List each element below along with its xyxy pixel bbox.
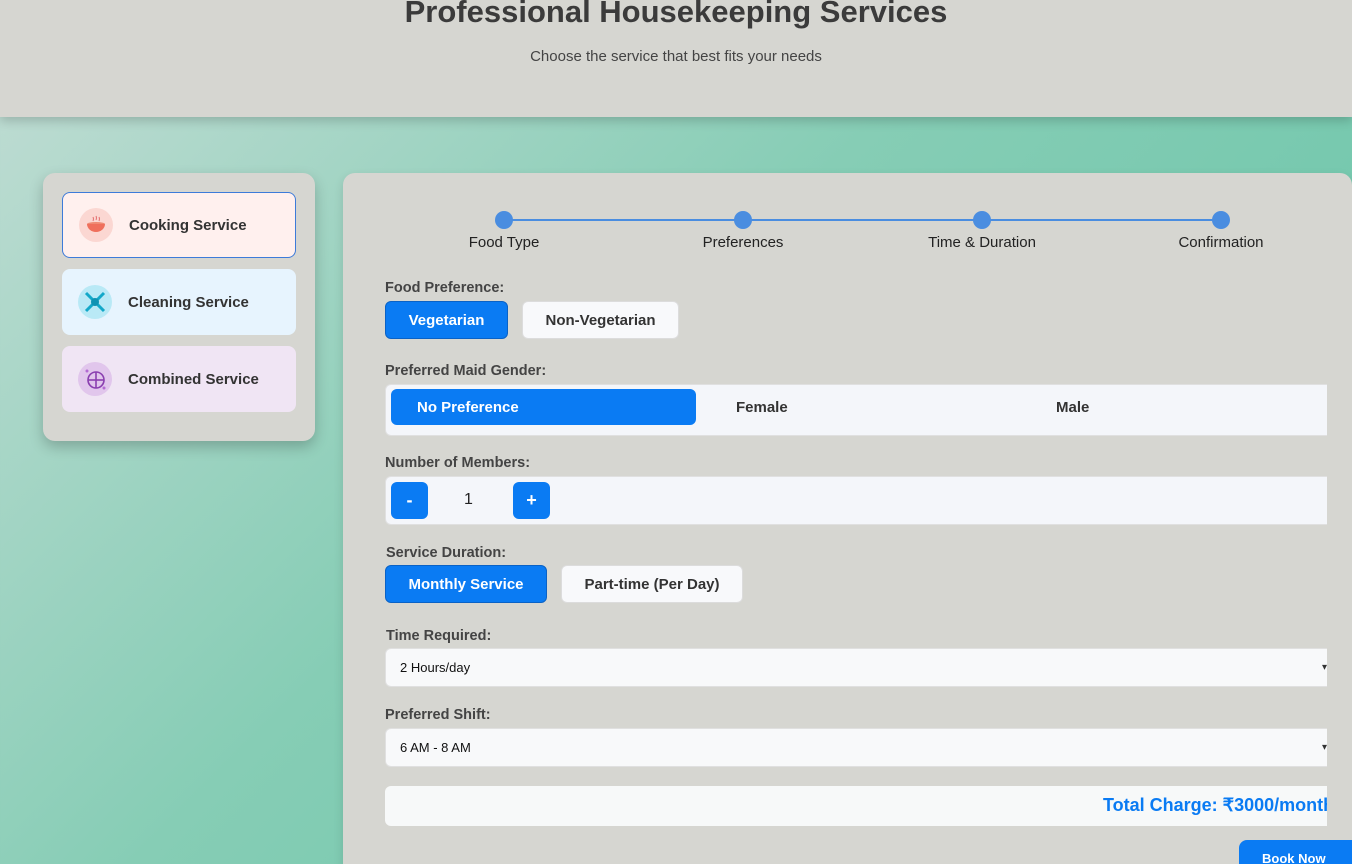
part-time-button[interactable]: Part-time (Per Day) (561, 565, 743, 603)
step-label: Food Type (468, 234, 540, 251)
decrement-button[interactable]: - (391, 482, 428, 519)
time-required-value: 2 Hours/day (400, 660, 471, 675)
step-dot (1212, 211, 1230, 229)
step-preferences: Preferences (663, 211, 823, 251)
time-required-label: Time Required: (386, 628, 492, 644)
shift-value: 6 AM - 8 AM (400, 740, 471, 755)
cooking-pot-icon (79, 208, 113, 242)
step-label: Preferences (702, 234, 784, 251)
step-label: Confirmation (1178, 234, 1264, 251)
gender-segmented-control: No Preference Female Male (385, 384, 1327, 436)
stepper-line (504, 219, 1221, 221)
total-charge-text: Total Charge: ₹3000/month (1103, 795, 1327, 815)
step-food-type: Food Type (424, 211, 584, 251)
combined-icon (78, 362, 112, 396)
step-time-duration: Time & Duration (902, 211, 1062, 251)
sidebar-item-label: Cooking Service (129, 216, 247, 234)
page-subtitle: Choose the service that best fits your n… (530, 48, 822, 65)
total-charge-box: Total Charge: ₹3000/month (385, 786, 1327, 826)
book-now-button[interactable]: Book Now (1239, 840, 1352, 864)
vegetarian-button[interactable]: Vegetarian (385, 301, 508, 339)
service-sidebar: Cooking Service Cleaning Service Combine… (43, 173, 315, 441)
sidebar-item-label: Cleaning Service (128, 293, 249, 311)
sidebar-item-combined[interactable]: Combined Service (62, 346, 296, 412)
chevron-down-icon: ▾ (1321, 742, 1327, 753)
progress-stepper: Food Type Preferences Time & Duration Co… (343, 173, 1352, 263)
step-dot (495, 211, 513, 229)
food-preference-label: Food Preference: (385, 280, 505, 296)
members-label: Number of Members: (385, 455, 531, 471)
sidebar-item-cleaning[interactable]: Cleaning Service (62, 269, 296, 335)
non-vegetarian-button[interactable]: Non-Vegetarian (522, 301, 679, 339)
sidebar-item-label: Combined Service (128, 370, 259, 388)
gender-option-no-preference[interactable]: No Preference (391, 389, 696, 425)
sidebar-item-cooking[interactable]: Cooking Service (62, 192, 296, 258)
time-required-select[interactable]: 2 Hours/day ▾ (385, 648, 1327, 687)
members-stepper: - 1 + (385, 476, 1327, 525)
gender-label: Preferred Maid Gender: (385, 363, 547, 379)
chevron-down-icon: ▾ (1321, 662, 1327, 673)
monthly-service-button[interactable]: Monthly Service (385, 565, 547, 603)
increment-button[interactable]: + (513, 482, 550, 519)
page-title: Professional Housekeeping Services (404, 0, 948, 29)
step-dot (973, 211, 991, 229)
booking-panel: Food Type Preferences Time & Duration Co… (343, 173, 1352, 864)
duration-label: Service Duration: (386, 545, 507, 561)
step-confirmation: Confirmation (1141, 211, 1301, 251)
cleaning-icon (78, 285, 112, 319)
gender-option-male[interactable]: Male (1056, 389, 1089, 425)
step-dot (734, 211, 752, 229)
gender-option-female[interactable]: Female (736, 389, 788, 425)
shift-label: Preferred Shift: (385, 707, 491, 723)
members-count: 1 (464, 491, 473, 508)
shift-select[interactable]: 6 AM - 8 AM ▾ (385, 728, 1327, 767)
page-header: Professional Housekeeping Services Choos… (0, 0, 1352, 117)
step-label: Time & Duration (928, 234, 1036, 251)
